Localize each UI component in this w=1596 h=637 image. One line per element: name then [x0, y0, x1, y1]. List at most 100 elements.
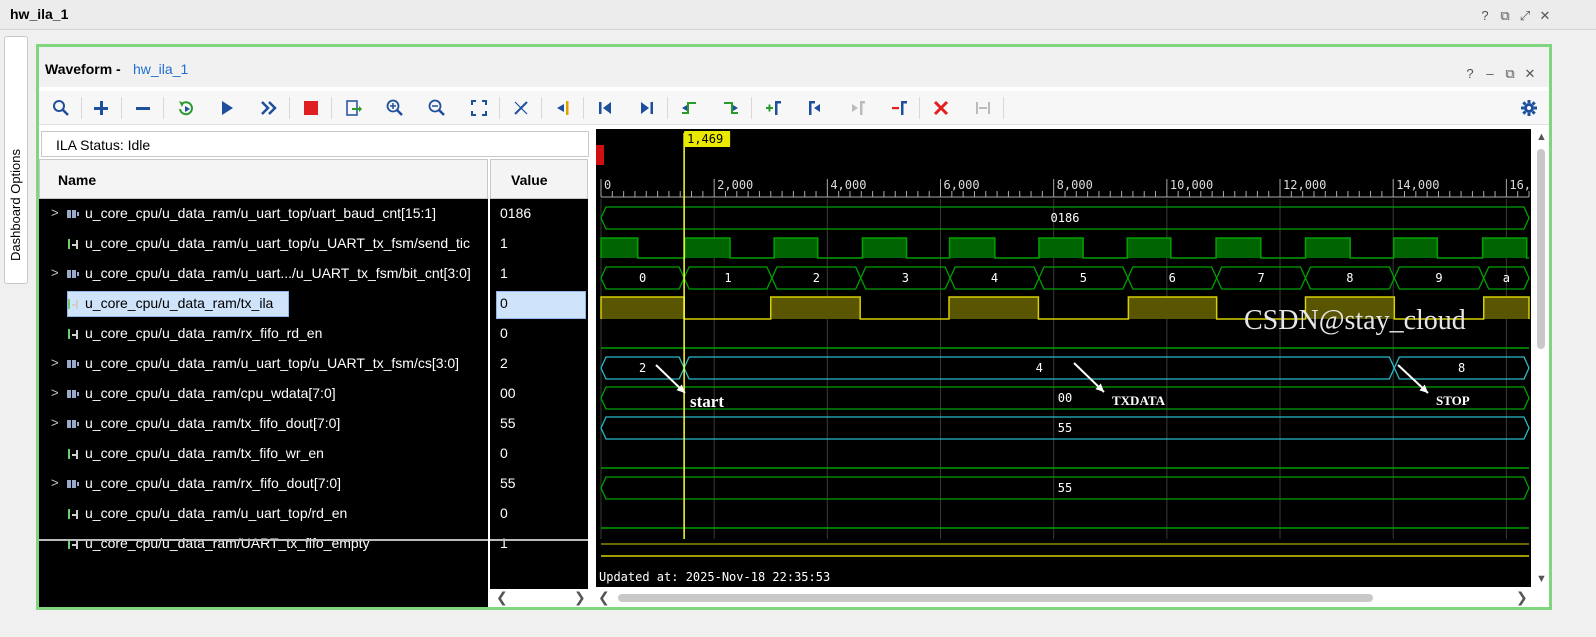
horizontal-scroll-thumb[interactable] [618, 594, 1373, 602]
run-trigger-icon[interactable] [215, 96, 239, 120]
expand-chevron-icon[interactable]: > [51, 355, 59, 370]
signal-row[interactable]: > u_core_cpu/u_data_ram/u_uart_top/u_UART… [39, 349, 488, 379]
signal-row[interactable]: > u_core_cpu/u_data_ram/u_uart.../u_UART_… [39, 259, 488, 289]
delete-marker-icon[interactable] [887, 96, 911, 120]
value-horizontal-scrollbar[interactable]: ❮ ❯ [490, 589, 588, 607]
restore-icon[interactable]: ⧉ [1498, 9, 1512, 23]
scroll-right-icon[interactable]: ❯ [574, 589, 586, 606]
vertical-scroll-thumb[interactable] [1537, 149, 1545, 349]
close-icon[interactable]: ✕ [1523, 67, 1537, 81]
expand-chevron-icon[interactable]: > [51, 475, 59, 490]
help-icon[interactable]: ? [1463, 67, 1477, 81]
signal-name: u_core_cpu/u_data_ram/tx_fifo_wr_en [85, 445, 324, 461]
signal-row[interactable]: > u_core_cpu/u_data_ram/cpu_wdata[7:0] [39, 379, 488, 409]
signal-row[interactable]: u_core_cpu/u_data_ram/u_uart_top/rd_en [39, 499, 488, 529]
signal-value-row[interactable]: 0186 [490, 199, 588, 229]
stop-annotation: STOP [1436, 393, 1470, 408]
signal-row[interactable]: u_core_cpu/u_data_ram/tx_fifo_wr_en [39, 439, 488, 469]
run-fast-forward-icon[interactable] [257, 96, 281, 120]
go-to-cursor-icon[interactable] [551, 96, 575, 120]
signal-value-row[interactable]: 0 [490, 289, 588, 319]
high-level [1483, 297, 1529, 319]
waveform-canvas[interactable]: 0 2,000 4,000 6,000 8,000 10,000 12,000 14,000 1… [596, 129, 1531, 587]
expand-chevron-icon[interactable]: > [51, 265, 59, 280]
signal-value-row[interactable]: 1 [490, 229, 588, 259]
signal-row[interactable]: > u_core_cpu/u_data_ram/u_uart_top/uart_b… [39, 199, 488, 229]
signal-name: u_core_cpu/u_data_ram/rx_fifo_rd_en [85, 325, 323, 341]
signal-value-row[interactable]: 0 [490, 439, 588, 469]
signal-value-row[interactable]: 00 [490, 379, 588, 409]
dashboard-options-label: Dashboard Options [8, 148, 23, 261]
dashboard-options-tab[interactable]: Dashboard Options [4, 36, 28, 284]
bus-value-label: 9 [1435, 271, 1442, 285]
signal-row[interactable]: u_core_cpu/u_data_ram/UART_tx_fifo_empty [39, 529, 488, 559]
signal-value-row[interactable]: 2 [490, 349, 588, 379]
remove-icon[interactable] [131, 96, 155, 120]
waveform-title: Waveform - [45, 61, 121, 77]
restore-icon[interactable]: ⧉ [1503, 67, 1517, 81]
minimize-icon[interactable]: – [1483, 67, 1497, 81]
signal-name: u_core_cpu/u_data_ram/rx_fifo_dout[7:0] [85, 475, 342, 491]
expand-chevron-icon[interactable]: > [51, 415, 59, 430]
signal-value: 0 [500, 505, 508, 521]
settings-gear-icon[interactable] [1517, 96, 1541, 120]
signal-value-row[interactable]: 55 [490, 409, 588, 439]
export-icon[interactable] [341, 96, 365, 120]
stop-icon[interactable] [299, 96, 323, 120]
value-clip-edge [490, 539, 588, 541]
signal-value: 0 [500, 295, 508, 311]
add-marker-icon[interactable] [761, 96, 785, 120]
signal-value-row[interactable]: 1 [490, 259, 588, 289]
go-to-end-icon[interactable] [635, 96, 659, 120]
cursor-icon[interactable] [509, 96, 533, 120]
waveform-controls: ? – ⧉ ✕ [1463, 67, 1537, 81]
tick-label: 16,0 [1509, 178, 1531, 192]
search-icon[interactable] [49, 96, 73, 120]
waveform-svg[interactable]: 0 2,000 4,000 6,000 8,000 10,000 12,000 14,000 1… [596, 129, 1531, 587]
next-transition-icon[interactable] [719, 96, 743, 120]
baud-cnt-bus: 0186 [600, 206, 1530, 230]
zoom-in-icon[interactable] [383, 96, 407, 120]
maximize-icon[interactable]: ⤢ [1518, 9, 1532, 23]
expand-chevron-icon[interactable]: > [51, 385, 59, 400]
next-marker-icon[interactable] [845, 96, 869, 120]
delete-all-markers-icon[interactable] [929, 96, 953, 120]
help-icon[interactable]: ? [1478, 9, 1492, 23]
waveform-horizontal-scrollbar[interactable]: ❮ ❯ [596, 589, 1531, 607]
waveform-ila-link[interactable]: hw_ila_1 [133, 61, 188, 77]
signal-row[interactable]: > u_core_cpu/u_data_ram/tx_fifo_dout[7:0] [39, 409, 488, 439]
add-icon[interactable] [89, 96, 113, 120]
signal-row[interactable]: u_core_cpu/u_data_ram/tx_ila [39, 289, 488, 319]
swap-cursors-icon[interactable] [971, 96, 995, 120]
signal-row[interactable]: u_core_cpu/u_data_ram/rx_fifo_rd_en [39, 319, 488, 349]
scroll-left-icon[interactable]: ❮ [598, 589, 610, 606]
tick-label: 10,000 [1170, 178, 1213, 192]
zoom-out-icon[interactable] [425, 96, 449, 120]
go-to-start-icon[interactable] [593, 96, 617, 120]
waveform-vertical-scrollbar[interactable]: ▲ ▼ [1533, 131, 1549, 587]
name-column-header[interactable]: Name [39, 159, 488, 199]
run-trigger-immediate-icon[interactable] [173, 96, 197, 120]
scroll-up-icon[interactable]: ▲ [1536, 131, 1547, 143]
signal-value-row[interactable]: 55 [490, 469, 588, 499]
zoom-fit-icon[interactable] [467, 96, 491, 120]
scroll-down-icon[interactable]: ▼ [1536, 573, 1547, 585]
txdata-annotation: TXDATA [1112, 393, 1166, 408]
high-pulse [1216, 238, 1261, 258]
previous-transition-icon[interactable] [677, 96, 701, 120]
bus-value-label: 55 [1058, 481, 1072, 495]
value-column-header[interactable]: Value [490, 159, 588, 199]
previous-marker-icon[interactable] [803, 96, 827, 120]
signal-row[interactable]: > u_core_cpu/u_data_ram/rx_fifo_dout[7:0] [39, 469, 488, 499]
scroll-left-icon[interactable]: ❮ [496, 589, 508, 606]
close-icon[interactable]: ✕ [1538, 9, 1552, 23]
signal-value-row[interactable]: 0 [490, 499, 588, 529]
signal-value: 55 [500, 475, 516, 491]
expand-chevron-icon[interactable]: > [51, 205, 59, 220]
signal-row[interactable]: u_core_cpu/u_data_ram/u_uart_top/u_UART_… [39, 229, 488, 259]
signal-value-row[interactable]: 1 [490, 529, 588, 559]
scroll-right-icon[interactable]: ❯ [1516, 589, 1528, 606]
trigger-marker[interactable] [596, 145, 604, 165]
bus-signal-icon [67, 210, 79, 218]
signal-value-row[interactable]: 0 [490, 319, 588, 349]
